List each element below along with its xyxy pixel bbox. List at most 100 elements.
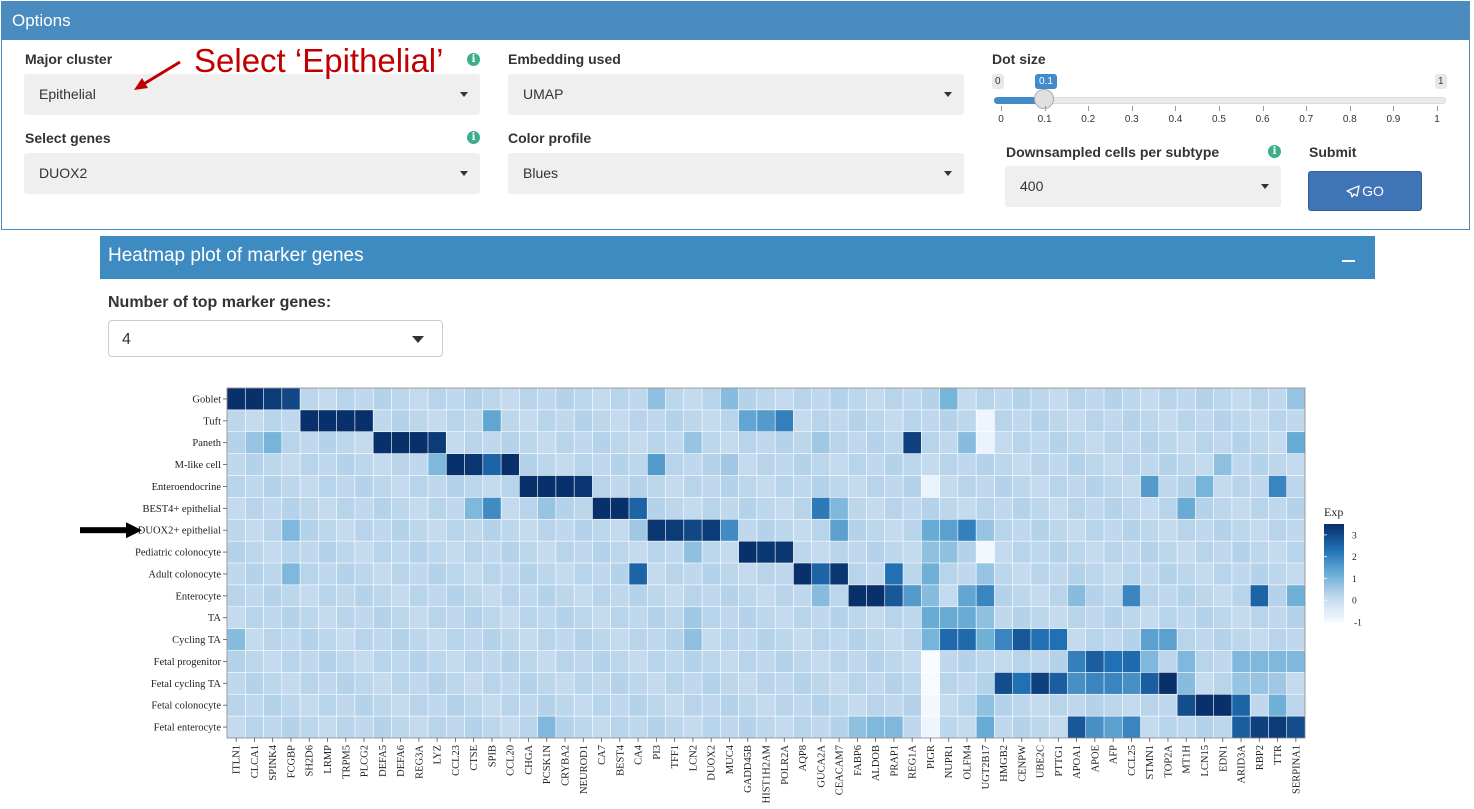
heatmap-cell bbox=[519, 431, 539, 455]
column-label: TFF1 bbox=[670, 745, 681, 768]
slider-tick-label: 0.6 bbox=[1255, 114, 1270, 125]
heatmap-cell bbox=[1249, 672, 1270, 695]
heatmap-cell bbox=[1030, 409, 1050, 433]
select-genes-select[interactable]: DUOX2 bbox=[24, 153, 480, 194]
heatmap-cell bbox=[975, 693, 995, 717]
heatmap-cell bbox=[1158, 584, 1178, 608]
color-profile-select[interactable]: Blues bbox=[508, 153, 964, 194]
heatmap-cell bbox=[683, 518, 703, 542]
heatmap-cell bbox=[226, 387, 246, 411]
heatmap-cell bbox=[1176, 628, 1196, 652]
embedding-select[interactable]: UMAP bbox=[508, 74, 964, 115]
heatmap-cell bbox=[1268, 409, 1288, 433]
heatmap-cell bbox=[1140, 606, 1160, 630]
heatmap-cell bbox=[902, 431, 922, 455]
heatmap-cell bbox=[701, 475, 721, 498]
downsampled-select[interactable]: 400 bbox=[1005, 166, 1281, 207]
heatmap-cell bbox=[1158, 518, 1178, 542]
heatmap-cell bbox=[1268, 672, 1288, 695]
heatmap-cell bbox=[756, 409, 776, 433]
slider-tick-mark bbox=[1001, 106, 1002, 111]
heatmap-cell bbox=[866, 672, 886, 695]
heatmap-cell bbox=[263, 562, 283, 586]
column-label: STMN1 bbox=[1145, 745, 1156, 779]
heatmap-cell bbox=[884, 431, 904, 455]
column-label: TRPM5 bbox=[341, 745, 352, 779]
heatmap-cell bbox=[847, 715, 868, 739]
heatmap-cell bbox=[244, 562, 265, 586]
heatmap-cell bbox=[811, 584, 831, 608]
heatmap-cell bbox=[811, 475, 831, 498]
heatmap-cell bbox=[1140, 693, 1160, 717]
heatmap-cell bbox=[720, 715, 740, 739]
top-markers-select[interactable]: 4 bbox=[108, 320, 443, 357]
heatmap-cell bbox=[866, 584, 886, 608]
heatmap-cell bbox=[537, 628, 557, 652]
info-icon[interactable]: i bbox=[1268, 145, 1281, 158]
heatmap-cell bbox=[1140, 650, 1160, 673]
info-icon[interactable]: i bbox=[467, 53, 480, 66]
heatmap-cell bbox=[756, 540, 776, 564]
heatmap-cell bbox=[464, 562, 484, 586]
heatmap-cell bbox=[226, 650, 246, 673]
heatmap-cell bbox=[1121, 672, 1142, 695]
info-icon[interactable]: i bbox=[467, 131, 480, 144]
heatmap-cell bbox=[1085, 475, 1105, 498]
heatmap-cell bbox=[464, 672, 484, 695]
column-label: TTR bbox=[1273, 745, 1284, 765]
legend-tick-label: 2 bbox=[1352, 553, 1357, 563]
collapse-icon[interactable] bbox=[1342, 260, 1355, 262]
heatmap-cell bbox=[519, 672, 539, 695]
legend-gradient-segment bbox=[1324, 617, 1344, 621]
heatmap-cell bbox=[1213, 693, 1233, 717]
heatmap-cell bbox=[866, 693, 886, 717]
heatmap-cell bbox=[1195, 672, 1215, 695]
slider-tick-mark bbox=[1088, 106, 1090, 111]
heatmap-cell bbox=[1103, 672, 1123, 695]
heatmap-cell bbox=[500, 650, 520, 673]
heatmap-cell bbox=[738, 431, 758, 455]
heatmap-cell bbox=[793, 672, 813, 695]
heatmap-cell bbox=[244, 431, 265, 455]
heatmap-cell bbox=[847, 672, 868, 695]
heatmap-cell bbox=[500, 672, 520, 695]
heatmap-cell bbox=[793, 518, 813, 542]
heatmap-cell bbox=[555, 562, 575, 586]
heatmap-cell bbox=[354, 628, 374, 652]
column-label: PRAP1 bbox=[889, 745, 900, 777]
heatmap-cell bbox=[263, 693, 283, 717]
heatmap-cell bbox=[1158, 562, 1178, 586]
major-cluster-select[interactable]: Epithelial bbox=[24, 74, 480, 115]
heatmap-cell bbox=[318, 650, 338, 673]
heatmap-cell bbox=[957, 715, 977, 739]
heatmap-cell bbox=[592, 540, 612, 564]
heatmap-cell bbox=[665, 606, 685, 630]
heatmap-cell bbox=[1030, 672, 1050, 695]
slider-tick-mark bbox=[1306, 106, 1308, 111]
heatmap-cell bbox=[628, 628, 648, 652]
heatmap-cell bbox=[793, 628, 813, 652]
heatmap-cell bbox=[683, 475, 703, 498]
legend-gradient-segment bbox=[1324, 614, 1344, 618]
column-label: TOP2A bbox=[1163, 745, 1174, 778]
heatmap-cell bbox=[829, 672, 849, 695]
heatmap-cell bbox=[318, 475, 338, 498]
column-label: LCN2 bbox=[688, 745, 699, 771]
caret-down-icon bbox=[460, 92, 468, 97]
heatmap-cell bbox=[1231, 497, 1251, 520]
heatmap-cell bbox=[1121, 453, 1142, 477]
caret-down-icon bbox=[1261, 184, 1269, 189]
heatmap-cell bbox=[847, 387, 868, 411]
column-label: MT1H bbox=[1182, 745, 1193, 774]
go-button[interactable]: GO bbox=[1308, 171, 1422, 211]
heatmap-cell bbox=[1067, 540, 1087, 564]
heatmap-cell bbox=[1231, 562, 1251, 586]
heatmap-cell bbox=[1085, 650, 1105, 673]
heatmap-cell bbox=[957, 628, 977, 652]
heatmap-cell bbox=[281, 497, 301, 520]
heatmap-cell bbox=[482, 475, 502, 498]
heatmap-cell bbox=[884, 650, 904, 673]
heatmap-cell bbox=[263, 387, 283, 411]
heatmap-cell bbox=[482, 562, 502, 586]
dot-size-slider-track[interactable] bbox=[994, 97, 1446, 104]
